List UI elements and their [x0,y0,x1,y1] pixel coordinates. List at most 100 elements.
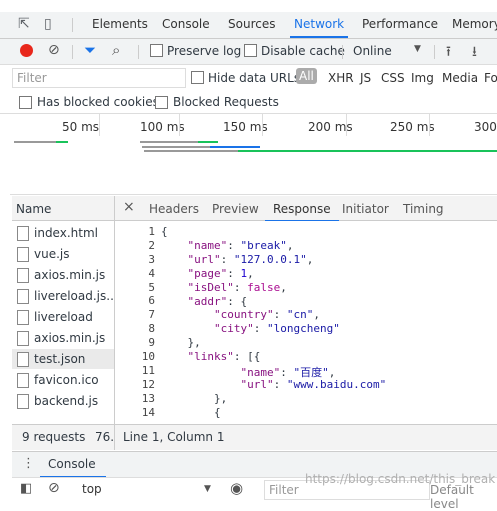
request-row[interactable]: backend.js [12,391,114,411]
line-number: 12 [141,377,155,391]
code-line: "url": "www.baidu.com" [240,377,387,391]
line-number: 9 [148,336,155,350]
filter-xhr[interactable]: XHR [328,71,354,85]
blocked-requests-checkbox[interactable] [155,96,168,109]
has-blocked-cookies-checkbox[interactable] [19,96,32,109]
name-column-header[interactable]: Name [12,196,114,221]
code-line: "url": "127.0.0.1", [187,252,314,266]
divider [114,425,115,450]
request-list: Name index.html vue.js axios.min.js live… [12,196,115,450]
tab-initiator[interactable]: Initiator [342,202,389,216]
divider [72,18,73,32]
detail-tabbar: × Headers Preview Response Initiator Tim… [115,196,497,222]
devtools-tabbar: ⇱ ▯ Elements Console Sources Network Per… [0,12,497,39]
code-line: "country": "cn", [213,308,320,322]
drawer-tab-console[interactable]: Console [48,457,96,471]
eye-icon[interactable]: ◉ [230,479,243,497]
code-line: { [161,405,221,419]
request-row[interactable]: axios.min.js [12,328,114,348]
filter-funnel-icon[interactable]: ⏷ [84,41,96,59]
watermark-text: https://blog.csdn.net/this_break [305,472,496,486]
blocked-requests-label: Blocked Requests [173,95,279,109]
sidebar-toggle-icon[interactable]: ◧ [20,481,32,496]
line-number: 13 [141,391,155,405]
line-number: 4 [148,266,155,280]
timeline-gridline [179,114,180,136]
request-row[interactable]: axios.min.js [12,265,114,285]
export-har-icon[interactable]: ⭳ [472,41,477,65]
clear-icon[interactable]: ⊘ [48,42,60,58]
chevron-down-icon[interactable]: ▼ [414,44,421,54]
timeline-overview[interactable]: 50 ms 100 ms 150 ms 200 ms 250 ms 300 [10,114,497,195]
line-number-gutter: 1 2 3 4 5 6 7 8 9 10 11 12 13 14 [115,225,155,419]
tab-memory[interactable]: Memory [452,17,497,31]
record-icon[interactable] [20,44,33,57]
line-number: 3 [148,252,155,266]
code-line: "page": 1, [187,266,254,280]
disable-cache-checkbox[interactable] [244,44,257,57]
file-icon [17,352,29,367]
request-row[interactable]: vue.js [12,244,114,264]
timeline-tick: 100 ms [140,120,185,134]
import-har-icon[interactable]: ⭱ [446,41,451,65]
divider [138,45,139,59]
device-toolbar-icon[interactable]: ▯ [44,16,52,32]
request-row[interactable]: livereload.js... [12,286,114,306]
filter-input[interactable]: Filter [12,68,186,88]
code-line: { [161,225,168,238]
filter-img[interactable]: Img [411,71,434,85]
tab-preview[interactable]: Preview [212,202,259,216]
clear-console-icon[interactable]: ⊘ [48,480,60,496]
tab-sources[interactable]: Sources [228,17,275,31]
code-line: "links": [{ [187,350,261,364]
timeline-gridline [429,114,430,136]
preserve-log-checkbox[interactable] [150,44,163,57]
drawer-menu-icon[interactable]: ⋮ [22,456,35,471]
close-icon[interactable]: × [123,199,135,215]
request-row[interactable]: index.html [12,223,114,243]
filter-css[interactable]: CSS [381,71,405,85]
filter-media[interactable]: Media [442,71,478,85]
request-name: vue.js [34,247,70,261]
timeline-request-bar [140,141,200,143]
cursor-position: Line 1, Column 1 [123,430,225,444]
tab-timing[interactable]: Timing [403,202,444,216]
has-blocked-cookies-label: Has blocked cookies [37,95,159,109]
request-name: livereload.js... [34,289,114,303]
response-code-view[interactable]: 1 2 3 4 5 6 7 8 9 10 11 12 13 14 { "name": "break", "… [115,221,497,424]
tab-response[interactable]: Response [265,202,339,222]
timeline-tick: 50 ms [62,120,100,134]
hide-data-urls-checkbox[interactable] [191,71,204,84]
request-row[interactable]: livereload [12,307,114,327]
file-icon [17,247,29,262]
request-name: test.json [34,352,86,366]
timeline-request-bar [14,141,60,143]
timeline-request-bar [56,141,68,143]
tab-console[interactable]: Console [162,17,210,31]
search-icon[interactable]: ⌕ [112,41,120,59]
filter-font[interactable]: Fo [484,71,497,85]
tab-performance[interactable]: Performance [362,17,438,31]
log-levels-select[interactable]: Default level [430,483,497,511]
filter-js[interactable]: JS [360,71,371,85]
tab-elements[interactable]: Elements [92,17,148,31]
request-row[interactable]: favicon.ico [12,370,114,390]
throttle-select[interactable]: Online [353,44,392,58]
timeline-request-bar [142,146,212,148]
tab-network[interactable]: Network [289,17,349,38]
filter-all-button[interactable]: All [296,68,317,84]
tab-headers[interactable]: Headers [149,202,199,216]
chevron-down-icon[interactable]: ▼ [204,484,211,494]
file-icon [17,289,29,304]
line-number: 14 [141,405,155,419]
code-line: "name": "break", [187,238,294,252]
request-row-selected[interactable]: test.json [12,349,114,369]
line-number: 10 [141,350,155,364]
timeline-gridline [262,114,263,136]
request-count: 9 requests [22,430,86,444]
inspect-element-icon[interactable]: ⇱ [18,16,30,32]
code-line: "city": "longcheng" [213,322,340,336]
timeline-request-bar [238,150,497,152]
file-icon [17,268,29,283]
timeline-gridline [346,114,347,136]
